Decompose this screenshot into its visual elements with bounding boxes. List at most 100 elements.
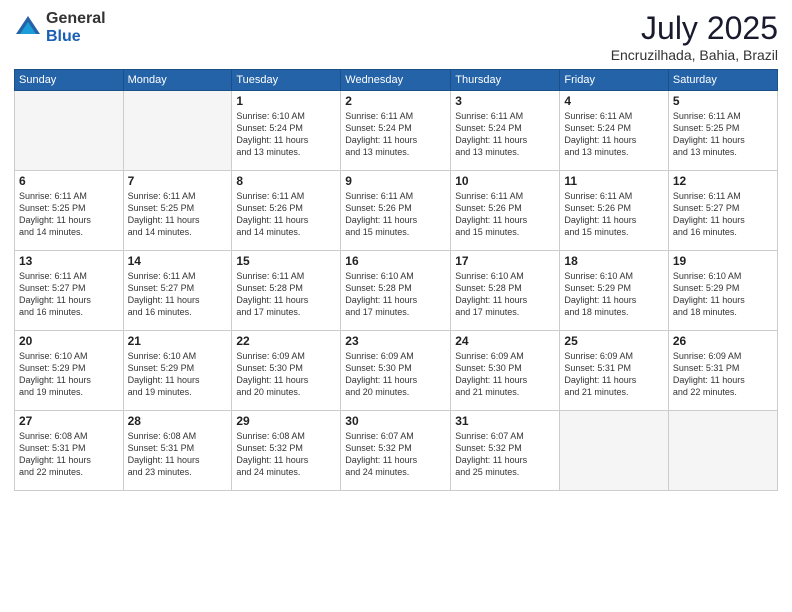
day-number: 19 bbox=[673, 254, 773, 268]
day-info: Sunrise: 6:11 AM Sunset: 5:24 PM Dayligh… bbox=[564, 110, 663, 159]
week-row-2: 13 Sunrise: 6:11 AM Sunset: 5:27 PM Dayli… bbox=[15, 251, 778, 331]
calendar-cell: 20Sunrise: 6:10 AM Sunset: 5:29 PM Dayli… bbox=[15, 331, 124, 411]
day-number: 16 bbox=[345, 254, 446, 268]
calendar-cell: 23Sunrise: 6:09 AM Sunset: 5:30 PM Dayli… bbox=[341, 331, 451, 411]
calendar-cell: 18Sunrise: 6:10 AM Sunset: 5:29 PM Dayli… bbox=[560, 251, 668, 331]
day-info: Sunrise: 6:09 AM Sunset: 5:31 PM Dayligh… bbox=[564, 350, 663, 399]
day-number: 8 bbox=[236, 174, 336, 188]
day-info: Sunrise: 6:09 AM Sunset: 5:30 PM Dayligh… bbox=[345, 350, 446, 399]
day-number: 1 bbox=[236, 94, 336, 108]
day-info: Sunrise: 6:09 AM Sunset: 5:31 PM Dayligh… bbox=[673, 350, 773, 399]
calendar-cell: 22 Sunrise: 6:09 AM Sunset: 5:30 PM Dayli… bbox=[232, 331, 341, 411]
day-number: 3 bbox=[455, 94, 555, 108]
day-info: Sunrise: 6:09 AM Sunset: 5:30 PM Dayligh… bbox=[455, 350, 555, 399]
day-info: Sunrise: 6:07 AM Sunset: 5:32 PM Dayligh… bbox=[345, 430, 446, 479]
weekday-header-saturday: Saturday bbox=[668, 70, 777, 91]
day-number: 27 bbox=[19, 414, 119, 428]
location: Encruzilhada, Bahia, Brazil bbox=[611, 47, 778, 63]
header: General Blue July 2025 Encruzilhada, Bah… bbox=[14, 10, 778, 63]
day-number: 7 bbox=[128, 174, 228, 188]
logo: General Blue bbox=[14, 10, 106, 45]
logo-blue: Blue bbox=[46, 28, 81, 45]
day-number: 5 bbox=[673, 94, 773, 108]
logo-text: General Blue bbox=[46, 10, 106, 45]
day-number: 2 bbox=[345, 94, 446, 108]
calendar-cell: 7 Sunrise: 6:11 AM Sunset: 5:25 PM Daylig… bbox=[123, 171, 232, 251]
weekday-header-friday: Friday bbox=[560, 70, 668, 91]
calendar-body: 1 Sunrise: 6:10 AM Sunset: 5:24 PM Daylig… bbox=[15, 91, 778, 491]
weekday-header-monday: Monday bbox=[123, 70, 232, 91]
logo-general: General bbox=[46, 10, 106, 27]
day-info: Sunrise: 6:11 AM Sunset: 5:24 PM Dayligh… bbox=[455, 110, 555, 159]
weekday-header-sunday: Sunday bbox=[15, 70, 124, 91]
calendar-cell: 31Sunrise: 6:07 AM Sunset: 5:32 PM Dayli… bbox=[451, 411, 560, 491]
day-info: Sunrise: 6:08 AM Sunset: 5:31 PM Dayligh… bbox=[19, 430, 119, 479]
calendar-cell: 16Sunrise: 6:10 AM Sunset: 5:28 PM Dayli… bbox=[341, 251, 451, 331]
day-number: 13 bbox=[19, 254, 119, 268]
weekday-row: SundayMondayTuesdayWednesdayThursdayFrid… bbox=[15, 70, 778, 91]
day-number: 11 bbox=[564, 174, 663, 188]
week-row-3: 20Sunrise: 6:10 AM Sunset: 5:29 PM Dayli… bbox=[15, 331, 778, 411]
day-info: Sunrise: 6:11 AM Sunset: 5:27 PM Dayligh… bbox=[673, 190, 773, 239]
title-block: July 2025 Encruzilhada, Bahia, Brazil bbox=[611, 10, 778, 63]
day-info: Sunrise: 6:11 AM Sunset: 5:25 PM Dayligh… bbox=[673, 110, 773, 159]
day-info: Sunrise: 6:10 AM Sunset: 5:29 PM Dayligh… bbox=[673, 270, 773, 319]
page: General Blue July 2025 Encruzilhada, Bah… bbox=[0, 0, 792, 612]
calendar-cell bbox=[560, 411, 668, 491]
month-title: July 2025 bbox=[611, 10, 778, 47]
calendar-table: SundayMondayTuesdayWednesdayThursdayFrid… bbox=[14, 69, 778, 491]
day-number: 10 bbox=[455, 174, 555, 188]
calendar-cell bbox=[668, 411, 777, 491]
day-info: Sunrise: 6:11 AM Sunset: 5:26 PM Dayligh… bbox=[455, 190, 555, 239]
calendar-cell bbox=[123, 91, 232, 171]
week-row-1: 6 Sunrise: 6:11 AM Sunset: 5:25 PM Daylig… bbox=[15, 171, 778, 251]
day-number: 24 bbox=[455, 334, 555, 348]
day-number: 9 bbox=[345, 174, 446, 188]
day-number: 31 bbox=[455, 414, 555, 428]
day-number: 15 bbox=[236, 254, 336, 268]
day-number: 22 bbox=[236, 334, 336, 348]
day-info: Sunrise: 6:11 AM Sunset: 5:27 PM Dayligh… bbox=[128, 270, 228, 319]
calendar-cell: 4Sunrise: 6:11 AM Sunset: 5:24 PM Daylig… bbox=[560, 91, 668, 171]
weekday-header-tuesday: Tuesday bbox=[232, 70, 341, 91]
calendar-cell: 3 Sunrise: 6:11 AM Sunset: 5:24 PM Daylig… bbox=[451, 91, 560, 171]
calendar-cell: 26 Sunrise: 6:09 AM Sunset: 5:31 PM Dayli… bbox=[668, 331, 777, 411]
calendar-cell: 12Sunrise: 6:11 AM Sunset: 5:27 PM Dayli… bbox=[668, 171, 777, 251]
calendar-header: SundayMondayTuesdayWednesdayThursdayFrid… bbox=[15, 70, 778, 91]
day-number: 21 bbox=[128, 334, 228, 348]
calendar-cell: 17Sunrise: 6:10 AM Sunset: 5:28 PM Dayli… bbox=[451, 251, 560, 331]
calendar-cell: 28Sunrise: 6:08 AM Sunset: 5:31 PM Dayli… bbox=[123, 411, 232, 491]
day-number: 14 bbox=[128, 254, 228, 268]
day-info: Sunrise: 6:08 AM Sunset: 5:32 PM Dayligh… bbox=[236, 430, 336, 479]
calendar-cell: 21 Sunrise: 6:10 AM Sunset: 5:29 PM Dayli… bbox=[123, 331, 232, 411]
day-info: Sunrise: 6:11 AM Sunset: 5:26 PM Dayligh… bbox=[564, 190, 663, 239]
day-info: Sunrise: 6:10 AM Sunset: 5:29 PM Dayligh… bbox=[564, 270, 663, 319]
calendar-cell: 24 Sunrise: 6:09 AM Sunset: 5:30 PM Dayli… bbox=[451, 331, 560, 411]
day-info: Sunrise: 6:11 AM Sunset: 5:26 PM Dayligh… bbox=[345, 190, 446, 239]
calendar-cell: 30Sunrise: 6:07 AM Sunset: 5:32 PM Dayli… bbox=[341, 411, 451, 491]
day-info: Sunrise: 6:11 AM Sunset: 5:27 PM Dayligh… bbox=[19, 270, 119, 319]
calendar-cell: 25Sunrise: 6:09 AM Sunset: 5:31 PM Dayli… bbox=[560, 331, 668, 411]
calendar-cell: 9 Sunrise: 6:11 AM Sunset: 5:26 PM Daylig… bbox=[341, 171, 451, 251]
day-info: Sunrise: 6:11 AM Sunset: 5:25 PM Dayligh… bbox=[128, 190, 228, 239]
day-number: 6 bbox=[19, 174, 119, 188]
day-number: 17 bbox=[455, 254, 555, 268]
weekday-header-thursday: Thursday bbox=[451, 70, 560, 91]
day-info: Sunrise: 6:11 AM Sunset: 5:28 PM Dayligh… bbox=[236, 270, 336, 319]
day-info: Sunrise: 6:09 AM Sunset: 5:30 PM Dayligh… bbox=[236, 350, 336, 399]
calendar-cell: 14 Sunrise: 6:11 AM Sunset: 5:27 PM Dayli… bbox=[123, 251, 232, 331]
day-info: Sunrise: 6:10 AM Sunset: 5:29 PM Dayligh… bbox=[19, 350, 119, 399]
calendar-cell: 27 Sunrise: 6:08 AM Sunset: 5:31 PM Dayli… bbox=[15, 411, 124, 491]
day-info: Sunrise: 6:11 AM Sunset: 5:26 PM Dayligh… bbox=[236, 190, 336, 239]
week-row-0: 1 Sunrise: 6:10 AM Sunset: 5:24 PM Daylig… bbox=[15, 91, 778, 171]
day-info: Sunrise: 6:11 AM Sunset: 5:25 PM Dayligh… bbox=[19, 190, 119, 239]
calendar-cell: 19 Sunrise: 6:10 AM Sunset: 5:29 PM Dayli… bbox=[668, 251, 777, 331]
calendar-cell: 13 Sunrise: 6:11 AM Sunset: 5:27 PM Dayli… bbox=[15, 251, 124, 331]
day-info: Sunrise: 6:10 AM Sunset: 5:29 PM Dayligh… bbox=[128, 350, 228, 399]
week-row-4: 27 Sunrise: 6:08 AM Sunset: 5:31 PM Dayli… bbox=[15, 411, 778, 491]
calendar-cell: 11 Sunrise: 6:11 AM Sunset: 5:26 PM Dayli… bbox=[560, 171, 668, 251]
calendar-cell: 10 Sunrise: 6:11 AM Sunset: 5:26 PM Dayli… bbox=[451, 171, 560, 251]
day-info: Sunrise: 6:10 AM Sunset: 5:24 PM Dayligh… bbox=[236, 110, 336, 159]
day-number: 26 bbox=[673, 334, 773, 348]
day-number: 28 bbox=[128, 414, 228, 428]
